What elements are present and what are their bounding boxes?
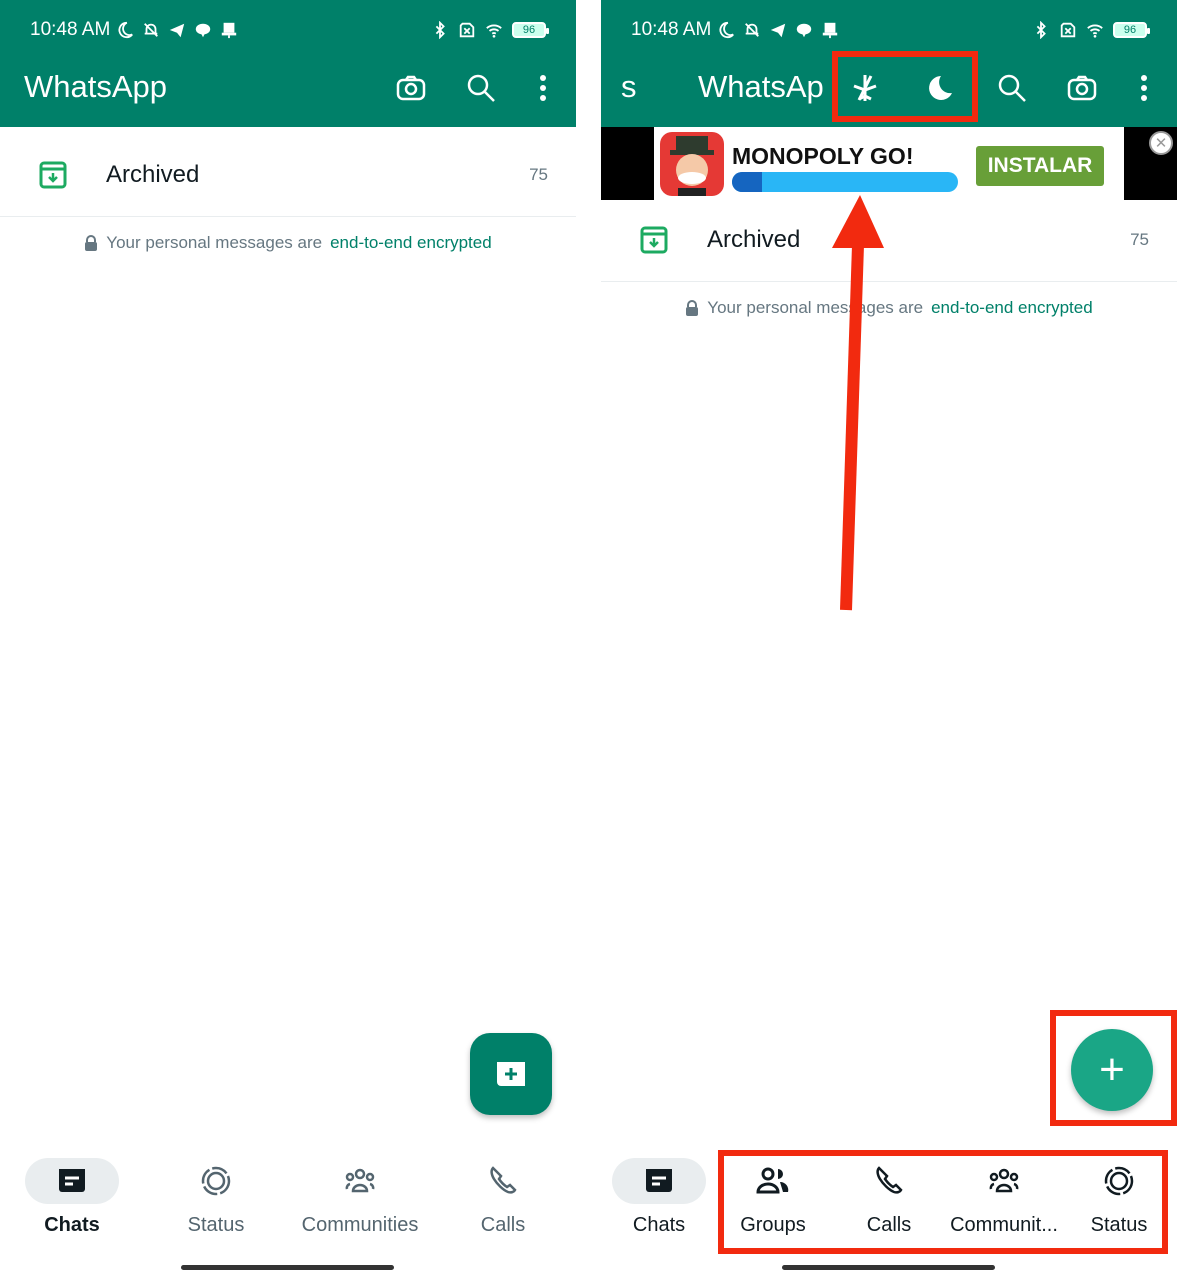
nav-chats[interactable]: Chats <box>2 1150 142 1237</box>
new-chat-icon <box>497 1062 525 1086</box>
wifi-icon <box>486 24 502 38</box>
status-bar: 10:48 AM 96 <box>30 16 549 44</box>
camera-button[interactable] <box>393 70 429 106</box>
nav-label: Chats <box>44 1214 100 1236</box>
left-screen: 10:48 AM 96 WhatsApp Archived 75 Your pe… <box>0 0 576 1280</box>
bottom-navigation: Chats Status Communities Calls <box>0 1150 576 1250</box>
communities-icon <box>989 1168 1019 1193</box>
moon-icon <box>929 76 952 100</box>
right-screen: 10:48 AM 96 s WhatsAp MONOPOLY GO! INSTA… <box>601 0 1177 1280</box>
nav-status[interactable]: Status <box>146 1150 286 1237</box>
airplane-mode-button[interactable] <box>847 70 883 106</box>
status-icon <box>201 1166 231 1196</box>
nav-label: Status <box>187 1214 245 1236</box>
archived-count: 75 <box>1130 230 1149 249</box>
home-indicator[interactable] <box>782 1265 995 1270</box>
lock-icon <box>686 300 699 316</box>
top-app-bar: 10:48 AM 96 s WhatsAp <box>601 0 1177 127</box>
status-icon <box>1104 1166 1134 1196</box>
home-indicator[interactable] <box>181 1265 394 1270</box>
app-title: WhatsApp <box>24 69 168 104</box>
archive-icon <box>640 226 668 254</box>
dark-mode-button[interactable] <box>921 70 957 106</box>
encryption-link[interactable]: end-to-end encrypted <box>330 233 492 253</box>
chats-icon <box>646 1169 672 1192</box>
encryption-notice: Your personal messages are end-to-end en… <box>601 298 1177 318</box>
ad-banner[interactable]: MONOPOLY GO! INSTALAR ✕ <box>601 127 1177 200</box>
nav-label: Communities <box>301 1214 419 1236</box>
search-icon <box>998 74 1026 102</box>
title-fragment: s <box>621 69 637 104</box>
lock-icon <box>85 235 98 251</box>
ad-close-icon[interactable]: ✕ <box>1149 131 1173 155</box>
telegram-icon <box>771 23 786 38</box>
encryption-notice: Your personal messages are end-to-end en… <box>0 233 576 253</box>
camera-button[interactable] <box>1064 70 1100 106</box>
archived-row[interactable]: Archived 75 <box>601 199 1177 282</box>
encryption-text: Your personal messages are <box>707 298 924 317</box>
camera-icon <box>396 75 426 101</box>
calls-icon <box>490 1166 517 1194</box>
groups-icon <box>756 1167 789 1194</box>
archived-label: Archived <box>106 161 200 188</box>
status-bar: 10:48 AM 96 <box>631 16 1150 44</box>
calls-icon <box>876 1166 903 1194</box>
status-time: 10:48 AM <box>631 19 712 40</box>
search-button[interactable] <box>463 70 499 106</box>
more-options-button[interactable] <box>525 70 561 106</box>
ad-title: MONOPOLY GO! <box>732 143 914 169</box>
more-vert-icon <box>1141 75 1147 101</box>
encryption-text: Your personal messages are <box>106 233 323 252</box>
encryption-link[interactable]: end-to-end encrypted <box>931 298 1093 318</box>
nav-status[interactable]: Status <box>1049 1150 1177 1237</box>
search-icon <box>467 74 495 102</box>
nav-communities[interactable]: Communities <box>290 1150 430 1237</box>
status-time: 10:48 AM <box>30 19 111 40</box>
notification-icon <box>222 22 237 39</box>
telegram-icon <box>170 23 185 38</box>
more-vert-icon <box>540 75 546 101</box>
chat-bubble-icon <box>797 23 812 38</box>
communities-icon <box>345 1168 375 1193</box>
muted-bell-icon <box>144 23 159 37</box>
camera-icon <box>1067 75 1097 101</box>
more-options-button[interactable] <box>1126 70 1162 106</box>
archive-icon <box>39 161 67 189</box>
dnd-moon-icon <box>118 21 134 39</box>
top-app-bar: 10:48 AM 96 WhatsApp <box>0 0 576 127</box>
new-chat-button[interactable] <box>470 1033 552 1115</box>
ad-app-logo <box>660 132 724 196</box>
airplane-off-icon <box>853 75 877 101</box>
nav-label: Calls <box>480 1214 526 1236</box>
chat-bubble-icon <box>196 23 211 38</box>
archived-label: Archived <box>707 226 801 253</box>
ad-install-button[interactable]: INSTALAR <box>976 146 1104 186</box>
bottom-navigation: Chats Groups Calls Communit... Status <box>601 1150 1177 1250</box>
app-title: WhatsAp <box>698 69 823 104</box>
no-sim-icon <box>1060 22 1076 38</box>
dnd-moon-icon <box>719 21 735 39</box>
archived-count: 75 <box>529 165 548 184</box>
nav-label: Status <box>1090 1214 1148 1236</box>
nav-calls[interactable]: Calls <box>433 1150 573 1237</box>
divider <box>576 0 601 1280</box>
new-chat-button[interactable]: + <box>1071 1029 1153 1111</box>
archived-row[interactable]: Archived 75 <box>0 134 576 217</box>
wifi-icon <box>1087 24 1103 38</box>
muted-bell-icon <box>745 23 760 37</box>
no-sim-icon <box>459 22 475 38</box>
search-button[interactable] <box>994 70 1030 106</box>
chats-icon <box>59 1169 85 1192</box>
bluetooth-icon <box>1036 21 1046 39</box>
battery-indicator: 96 <box>512 22 549 38</box>
notification-icon <box>823 22 838 39</box>
bluetooth-icon <box>435 21 445 39</box>
ad-progress-bar <box>732 172 958 192</box>
battery-indicator: 96 <box>1113 22 1150 38</box>
